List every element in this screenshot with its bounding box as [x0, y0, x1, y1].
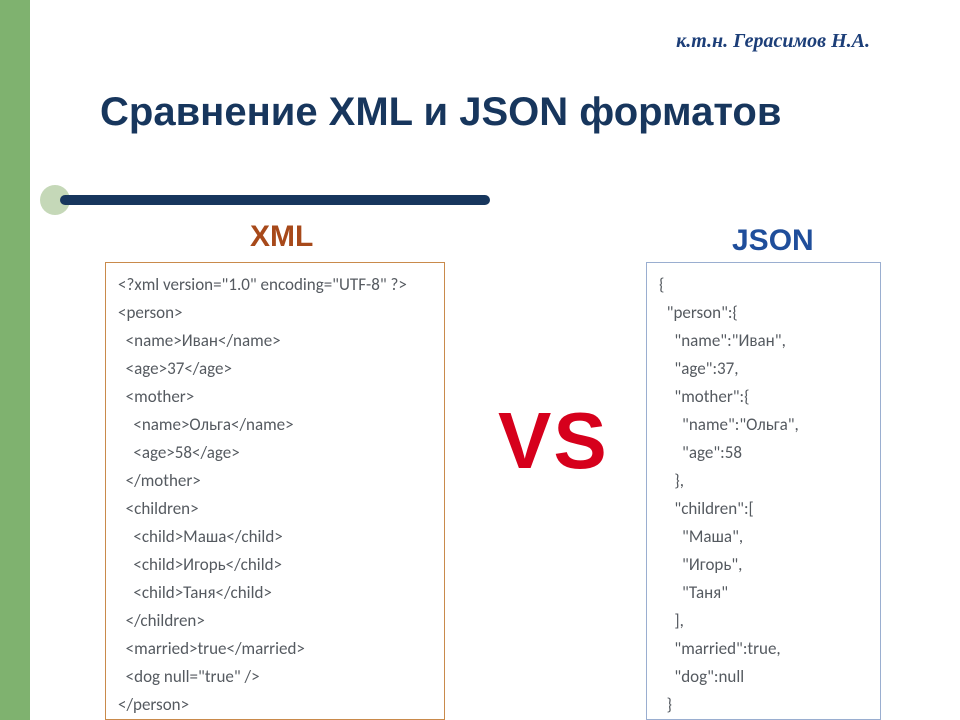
xml-line: <child>Таня</child> [118, 579, 432, 607]
xml-line: <married>true</married> [118, 635, 432, 663]
json-line: "mother":{ [659, 383, 868, 411]
json-line: "person":{ [659, 299, 868, 327]
json-line: "name":"Ольга", [659, 411, 868, 439]
json-line: "Маша", [659, 523, 868, 551]
xml-code-panel: <?xml version="1.0" encoding="UTF-8" ?> … [105, 262, 445, 720]
xml-line: <name>Иван</name> [118, 327, 432, 355]
xml-line: </children> [118, 607, 432, 635]
json-line: "dog":null [659, 663, 868, 691]
xml-line: <age>58</age> [118, 439, 432, 467]
json-line: "children":[ [659, 495, 868, 523]
xml-line: </person> [118, 691, 432, 719]
xml-line: <dog null="true" /> [118, 663, 432, 691]
xml-line: <name>Ольга</name> [118, 411, 432, 439]
json-line: "age":58 [659, 439, 868, 467]
vs-label: VS [498, 395, 609, 487]
json-line: } [659, 691, 868, 719]
json-heading: JSON [732, 224, 814, 258]
author-credit: к.т.н. Герасимов Н.А. [676, 30, 870, 53]
xml-line: <children> [118, 495, 432, 523]
json-line: "Таня" [659, 579, 868, 607]
xml-line: <mother> [118, 383, 432, 411]
json-line: "name":"Иван", [659, 327, 868, 355]
json-line: ], [659, 607, 868, 635]
xml-line: <person> [118, 299, 432, 327]
xml-line: <age>37</age> [118, 355, 432, 383]
json-line: "Игорь", [659, 551, 868, 579]
json-line: { [659, 271, 868, 299]
xml-line: <child>Маша</child> [118, 523, 432, 551]
xml-line: </mother> [118, 467, 432, 495]
accent-underline [60, 195, 490, 205]
json-line: }, [659, 467, 868, 495]
xml-line: <child>Игорь</child> [118, 551, 432, 579]
json-line: "age":37, [659, 355, 868, 383]
xml-heading: XML [250, 220, 313, 254]
slide-title: Сравнение XML и JSON форматов [100, 90, 900, 135]
accent-rail [0, 0, 30, 720]
json-line: "married":true, [659, 635, 868, 663]
xml-line: <?xml version="1.0" encoding="UTF-8" ?> [118, 271, 432, 299]
json-code-panel: { "person":{ "name":"Иван", "age":37, "m… [646, 262, 881, 720]
slide: к.т.н. Герасимов Н.А. Сравнение XML и JS… [0, 0, 960, 720]
